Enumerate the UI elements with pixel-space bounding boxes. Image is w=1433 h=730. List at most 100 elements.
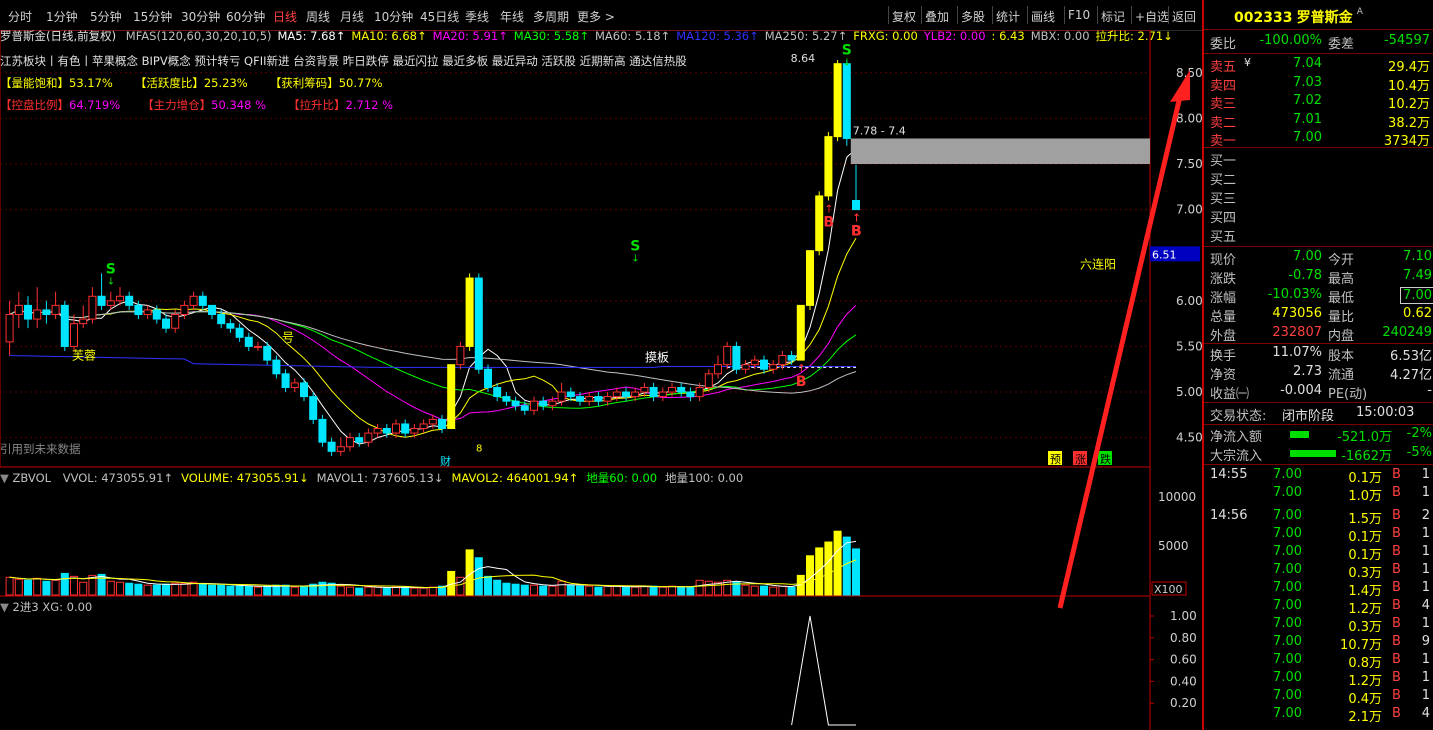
toolbar-button-1[interactable]: 叠加: [925, 8, 949, 25]
period-tab-1[interactable]: 1分钟: [46, 8, 78, 25]
period-tab-10[interactable]: 45日线: [420, 8, 459, 25]
candle-body[interactable]: [171, 314, 180, 329]
candle-body[interactable]: [484, 368, 492, 388]
xg-indicator-name[interactable]: 2进3: [13, 600, 39, 614]
candle-body[interactable]: [318, 418, 327, 443]
toolbar-button-6[interactable]: 标记: [1101, 8, 1125, 25]
candle-body[interactable]: [704, 373, 713, 388]
candle-body[interactable]: [162, 318, 170, 329]
candle-body[interactable]: [723, 345, 732, 366]
candle-body[interactable]: [290, 382, 299, 388]
candle-body[interactable]: [539, 400, 548, 407]
candle-body[interactable]: [852, 199, 860, 211]
candle-body[interactable]: [603, 396, 612, 402]
candle-body[interactable]: [198, 295, 207, 306]
candle-body[interactable]: [566, 391, 575, 398]
candle-body[interactable]: [106, 300, 115, 306]
candle-body[interactable]: [235, 327, 244, 338]
candle-body[interactable]: [79, 318, 88, 325]
candle-body[interactable]: [778, 355, 787, 366]
volume-indicator-name[interactable]: ZBVOL: [13, 471, 52, 485]
candle-body[interactable]: [254, 345, 262, 348]
candle-body[interactable]: [815, 195, 824, 252]
period-tab-6[interactable]: 日线: [273, 8, 297, 25]
candle-body[interactable]: [309, 396, 318, 420]
candle-body[interactable]: [263, 345, 272, 361]
toolbar-button-4[interactable]: 画线: [1031, 8, 1055, 25]
candle-body[interactable]: [60, 304, 69, 347]
candle-body[interactable]: [530, 400, 538, 411]
candle-body[interactable]: [373, 428, 382, 434]
period-tab-2[interactable]: 5分钟: [90, 8, 122, 25]
candle-body[interactable]: [465, 277, 474, 347]
candle-body[interactable]: [741, 364, 750, 370]
period-tab-7[interactable]: 周线: [306, 8, 330, 25]
candle-body[interactable]: [668, 386, 676, 393]
candle-body[interactable]: [180, 304, 189, 316]
candle-body[interactable]: [401, 423, 410, 434]
candle-body[interactable]: [447, 364, 456, 430]
candle-body[interactable]: [548, 400, 557, 407]
toolbar-button-5[interactable]: F10: [1068, 8, 1090, 22]
candle-body[interactable]: [189, 295, 198, 306]
candle-body[interactable]: [116, 295, 124, 302]
candle-body[interactable]: [456, 345, 465, 366]
candle-body[interactable]: [125, 295, 134, 306]
toolbar-button-8[interactable]: 返回: [1172, 8, 1196, 25]
candle-body[interactable]: [576, 396, 584, 402]
candle-body[interactable]: [806, 250, 814, 306]
toolbar-button-7[interactable]: +自选: [1135, 8, 1169, 25]
candle-body[interactable]: [97, 295, 106, 306]
period-tab-5[interactable]: 60分钟: [226, 8, 265, 25]
candle-body[interactable]: [14, 304, 23, 316]
candle-body[interactable]: [281, 373, 290, 388]
candle-body[interactable]: [714, 364, 722, 375]
candle-body[interactable]: [428, 418, 437, 425]
candle-body[interactable]: [226, 323, 235, 329]
period-tab-4[interactable]: 30分钟: [181, 8, 220, 25]
candle-body[interactable]: [594, 396, 603, 402]
candle-body[interactable]: [631, 391, 640, 398]
toolbar-button-3[interactable]: 统计: [996, 8, 1020, 25]
candle-body[interactable]: [557, 391, 566, 402]
period-tab-12[interactable]: 年线: [500, 8, 524, 25]
candle-body[interactable]: [640, 386, 649, 393]
candle-body[interactable]: [336, 446, 345, 452]
candle-body[interactable]: [695, 386, 704, 398]
period-tab-8[interactable]: 月线: [340, 8, 364, 25]
candle-body[interactable]: [842, 63, 851, 139]
period-tab-13[interactable]: 多周期: [533, 8, 569, 25]
candle-body[interactable]: [33, 309, 42, 320]
candle-body[interactable]: [272, 359, 281, 375]
candle-body[interactable]: [585, 396, 594, 402]
candle-body[interactable]: [134, 304, 143, 316]
period-tab-3[interactable]: 15分钟: [133, 8, 172, 25]
candle-body[interactable]: [5, 314, 14, 343]
candle-body[interactable]: [520, 405, 529, 411]
candle-body[interactable]: [833, 63, 842, 138]
candle-body[interactable]: [419, 423, 428, 430]
candle-body[interactable]: [502, 396, 511, 402]
candle-body[interactable]: [208, 304, 216, 316]
period-tab-11[interactable]: 季线: [465, 8, 489, 25]
candle-body[interactable]: [649, 386, 658, 398]
candle-body[interactable]: [88, 295, 97, 320]
candle-body[interactable]: [300, 382, 308, 398]
period-tab-0[interactable]: 分时: [8, 8, 32, 25]
period-tab-9[interactable]: 10分钟: [374, 8, 413, 25]
candle-body[interactable]: [143, 309, 152, 316]
toolbar-button-0[interactable]: 复权: [892, 8, 916, 25]
kline-chart[interactable]: 8.508.007.507.006.516.005.505.004.508.64…: [0, 30, 1202, 730]
volume-menu-icon[interactable]: ▼: [0, 471, 9, 485]
candle-body[interactable]: [346, 437, 354, 448]
candle-body[interactable]: [474, 277, 483, 370]
period-tab-14[interactable]: 更多 >: [577, 8, 615, 25]
candle-body[interactable]: [244, 336, 253, 347]
candle-body[interactable]: [438, 418, 446, 430]
candle-body[interactable]: [511, 400, 520, 407]
candle-body[interactable]: [658, 391, 667, 398]
candle-body[interactable]: [787, 355, 796, 361]
xg-menu-icon[interactable]: ▼: [0, 600, 9, 614]
candle-body[interactable]: [355, 437, 364, 443]
candle-body[interactable]: [796, 304, 805, 361]
